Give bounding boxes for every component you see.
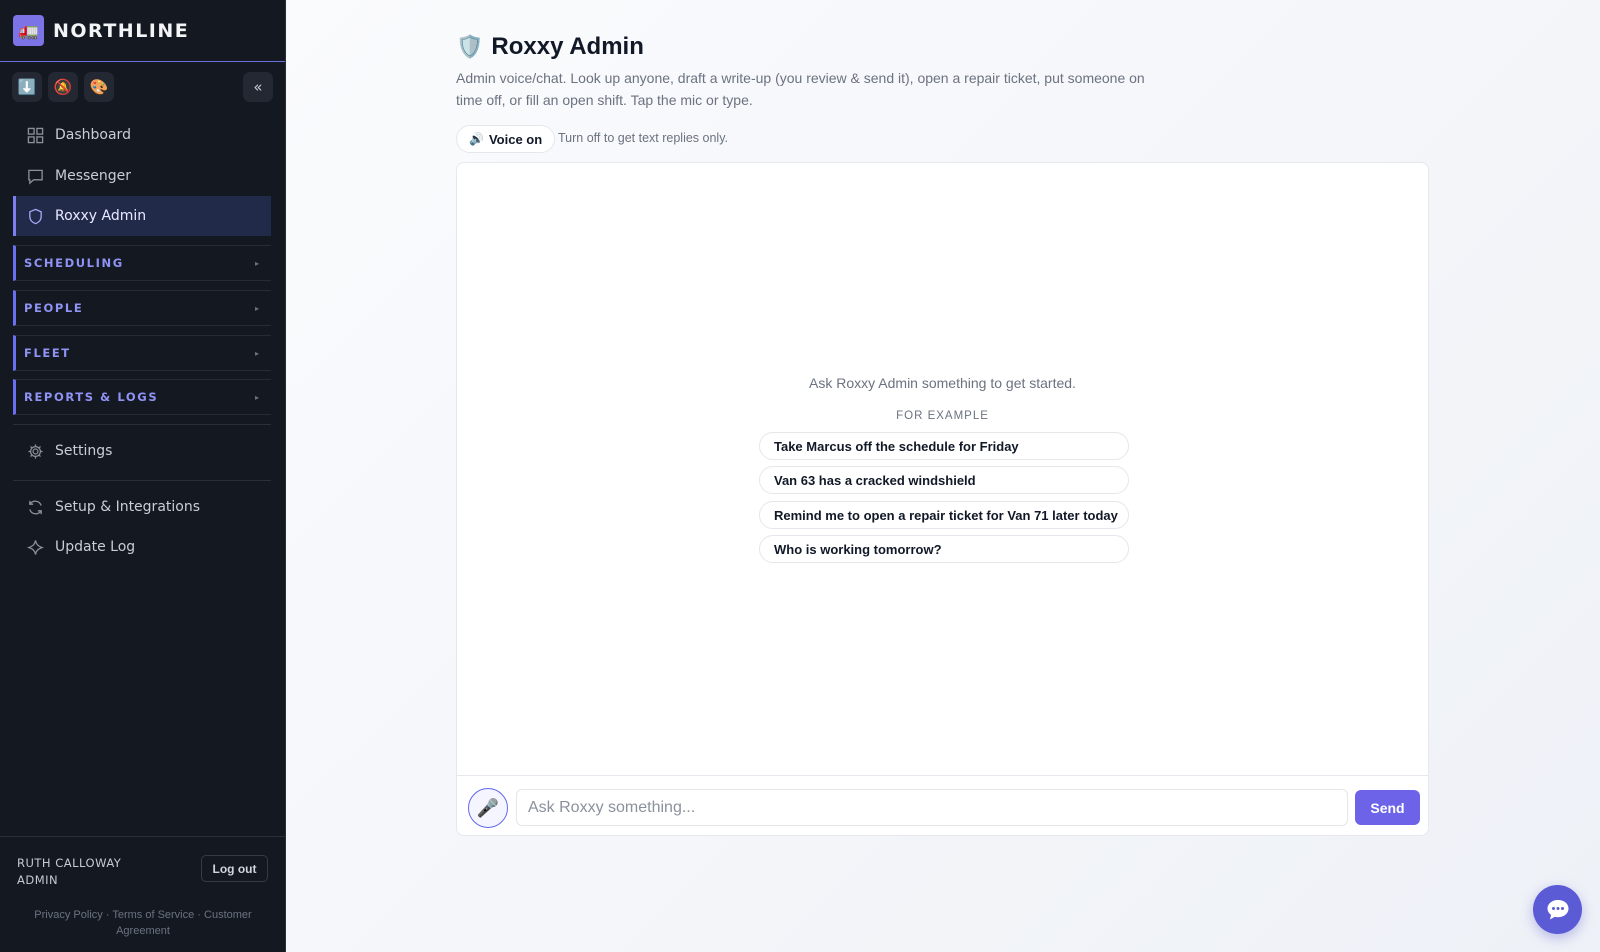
sidebar-section-fleet[interactable]: FLEET ▸ xyxy=(13,335,271,371)
page-title: Roxxy Admin xyxy=(491,33,644,60)
example-chip[interactable]: Who is working tomorrow? xyxy=(759,535,1129,563)
palette-icon[interactable]: 🎨 xyxy=(84,72,114,102)
sidebar-item-update-log[interactable]: Update Log xyxy=(13,527,271,567)
chat-bubble-icon xyxy=(1547,899,1568,919)
sidebar-item-label: Settings xyxy=(55,443,113,459)
chat-input-bar: 🎤 Send xyxy=(457,775,1428,836)
sidebar-item-label: Update Log xyxy=(55,539,136,555)
sidebar-section-people[interactable]: PEOPLE ▸ xyxy=(13,290,271,326)
user-role: ADMIN xyxy=(17,873,59,887)
chat-launcher-button[interactable] xyxy=(1533,885,1582,934)
speaker-icon: 🔊 xyxy=(469,132,484,146)
notifications-off-icon[interactable]: 🔕 xyxy=(48,72,78,102)
brand-header: 🚛 NORTHLINE xyxy=(0,0,285,62)
microphone-icon: 🎤 xyxy=(476,797,500,818)
sidebar-item-settings[interactable]: Settings xyxy=(13,431,271,471)
user-name: RUTH CALLOWAY xyxy=(17,856,122,870)
collapse-sidebar-button[interactable]: « xyxy=(243,72,273,102)
sidebar-item-label: Roxxy Admin xyxy=(55,208,147,224)
voice-toggle[interactable]: 🔊 Voice on xyxy=(456,125,556,153)
sidebar-toolbar: ⬇️ 🔕 🎨 « xyxy=(0,62,285,110)
section-label: FLEET xyxy=(24,346,71,360)
caret-right-icon: ▸ xyxy=(254,392,259,402)
caret-right-icon: ▸ xyxy=(254,258,259,268)
sidebar-item-roxxy-admin[interactable]: Roxxy Admin xyxy=(13,196,271,236)
sidebar-item-label: Dashboard xyxy=(55,127,131,143)
page-description: Admin voice/chat. Look up anyone, draft … xyxy=(456,70,1145,108)
sidebar-item-setup-integrations[interactable]: Setup & Integrations xyxy=(13,487,271,527)
truck-icon: 🚛 xyxy=(13,15,44,46)
sidebar-item-label: Messenger xyxy=(55,168,132,184)
section-label: SCHEDULING xyxy=(24,256,124,270)
caret-right-icon: ▸ xyxy=(254,303,259,313)
sparkle-icon xyxy=(27,539,44,555)
sidebar-section-scheduling[interactable]: SCHEDULING ▸ xyxy=(13,245,271,281)
chat-input[interactable] xyxy=(516,789,1348,826)
chat-panel: Ask Roxxy Admin something to get started… xyxy=(456,162,1429,836)
user-info: RUTH CALLOWAY ADMIN xyxy=(17,855,121,889)
sidebar-item-messenger[interactable]: Messenger xyxy=(13,156,271,196)
send-button[interactable]: Send xyxy=(1355,790,1420,825)
user-panel: RUTH CALLOWAY ADMIN Log out Privacy Poli… xyxy=(0,836,286,952)
example-chip[interactable]: Remind me to open a repair ticket for Va… xyxy=(759,501,1129,529)
chat-empty-message: Ask Roxxy Admin something to get started… xyxy=(809,375,1076,391)
microphone-button[interactable]: 🎤 xyxy=(468,788,508,828)
download-icon[interactable]: ⬇️ xyxy=(12,72,42,102)
gear-icon xyxy=(28,443,43,459)
section-label: PEOPLE xyxy=(24,301,84,315)
refresh-icon xyxy=(29,500,42,514)
example-chip[interactable]: Take Marcus off the schedule for Friday xyxy=(759,432,1129,460)
divider xyxy=(13,480,271,481)
sidebar: 🚛 NORTHLINE ⬇️ 🔕 🎨 « Dashboard Messenger… xyxy=(0,0,286,952)
logout-button[interactable]: Log out xyxy=(201,855,268,882)
footer-links[interactable]: Privacy Policy · Terms of Service · Cust… xyxy=(0,907,286,939)
examples-heading: FOR EXAMPLE xyxy=(896,410,989,422)
sidebar-section-reports-logs[interactable]: REPORTS & LOGS ▸ xyxy=(13,379,271,415)
sidebar-item-label: Setup & Integrations xyxy=(55,499,201,515)
shield-icon xyxy=(29,208,42,224)
grid-icon xyxy=(27,127,44,143)
brand-name: NORTHLINE xyxy=(53,19,190,42)
example-chip[interactable]: Van 63 has a cracked windshield xyxy=(759,466,1129,494)
page-title-row: 🛡️ Roxxy Admin xyxy=(456,33,644,61)
voice-toggle-label: Voice on xyxy=(488,131,543,147)
voice-hint: Turn off to get text replies only. xyxy=(558,131,728,145)
divider xyxy=(13,424,271,425)
caret-right-icon: ▸ xyxy=(254,348,259,358)
section-label: REPORTS & LOGS xyxy=(24,390,159,404)
shield-icon: 🛡️ xyxy=(456,34,484,59)
sidebar-item-dashboard[interactable]: Dashboard xyxy=(13,115,271,155)
chat-bubble-icon xyxy=(28,169,43,185)
